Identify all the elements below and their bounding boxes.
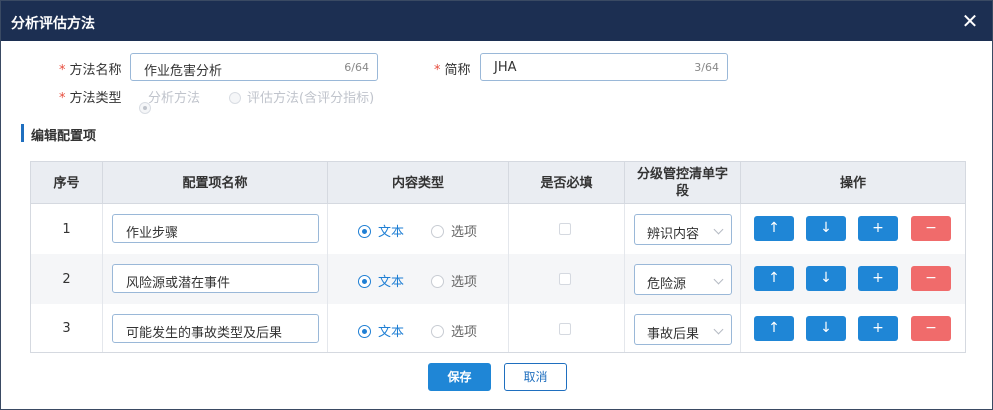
row-name-cell: 作业步骤 bbox=[103, 204, 328, 254]
row-type-cell: 文本 选项 bbox=[328, 304, 509, 352]
row-ops-cell: ↑ ↓ + − bbox=[741, 304, 965, 352]
table-row: 1 作业步骤 文本 选项 辨识内容 ↑ ↓ + − bbox=[31, 204, 965, 254]
row-name-cell: 风险源或潜在事件 bbox=[103, 254, 328, 304]
row-required-cell bbox=[509, 204, 625, 254]
config-name-input[interactable]: 作业步骤 bbox=[112, 214, 319, 243]
type-text-radio[interactable]: 文本 bbox=[358, 221, 404, 240]
dialog-title: 分析评估方法 bbox=[11, 16, 95, 32]
header-name: 配置项名称 bbox=[103, 162, 328, 204]
config-name-input[interactable]: 风险源或潜在事件 bbox=[112, 264, 319, 293]
type-option-radio[interactable]: 选项 bbox=[431, 221, 477, 240]
arrow-down-icon: ↓ bbox=[820, 270, 832, 286]
row-seq: 3 bbox=[31, 304, 103, 352]
header-content-type: 内容类型 bbox=[328, 162, 509, 204]
cancel-button[interactable]: 取消 bbox=[504, 363, 567, 391]
type-text-radio[interactable]: 文本 bbox=[358, 271, 404, 290]
field-select[interactable]: 危险源 bbox=[634, 264, 732, 295]
add-row-button[interactable]: + bbox=[858, 266, 898, 291]
arrow-down-icon: ↓ bbox=[820, 220, 832, 236]
field-select[interactable]: 辨识内容 bbox=[634, 214, 732, 245]
required-checkbox[interactable] bbox=[559, 323, 571, 335]
row-seq: 1 bbox=[31, 204, 103, 254]
config-name-value: 风险源或潜在事件 bbox=[126, 276, 231, 291]
section-title: 编辑配置项 bbox=[31, 129, 97, 144]
header-operations: 操作 bbox=[839, 175, 866, 191]
short-name-label: * 简称 bbox=[434, 63, 471, 78]
header-field: 分级管控清单字段 bbox=[625, 162, 741, 204]
remove-row-button[interactable]: − bbox=[911, 316, 951, 341]
minus-icon: − bbox=[925, 220, 937, 236]
row-ops-cell: ↑ ↓ + − bbox=[741, 254, 965, 304]
save-button[interactable]: 保存 bbox=[428, 363, 491, 391]
section-marker bbox=[21, 124, 24, 142]
type-text-radio[interactable]: 文本 bbox=[358, 321, 404, 340]
arrow-down-icon: ↓ bbox=[820, 320, 832, 336]
field-select[interactable]: 事故后果 bbox=[634, 314, 732, 345]
plus-icon: + bbox=[872, 320, 884, 336]
row-field-cell: 辨识内容 bbox=[625, 204, 741, 254]
field-select-value: 事故后果 bbox=[647, 327, 700, 342]
move-up-button[interactable]: ↑ bbox=[754, 316, 794, 341]
chevron-down-icon bbox=[713, 324, 724, 335]
table-row: 3 可能发生的事故类型及后果 文本 选项 事故后果 ↑ ↓ + − bbox=[31, 304, 965, 352]
field-select-value: 辨识内容 bbox=[647, 227, 700, 242]
minus-icon: − bbox=[925, 270, 937, 286]
move-down-button[interactable]: ↓ bbox=[806, 316, 846, 341]
method-name-label: * 方法名称 bbox=[59, 63, 122, 78]
arrow-up-icon: ↑ bbox=[768, 270, 780, 286]
short-name-value: JHA bbox=[494, 60, 517, 75]
method-name-value: 作业危害分析 bbox=[144, 64, 223, 79]
table-row: 2 风险源或潜在事件 文本 选项 危险源 ↑ ↓ + − bbox=[31, 254, 965, 304]
remove-row-button[interactable]: − bbox=[911, 216, 951, 241]
plus-icon: + bbox=[872, 220, 884, 236]
config-table: 序号 配置项名称 内容类型 是否必填 分级管控清单字段 操作 1 作业步骤 文本… bbox=[30, 161, 966, 353]
chevron-down-icon bbox=[713, 224, 724, 235]
type-option-radio[interactable]: 选项 bbox=[431, 271, 477, 290]
row-type-cell: 文本 选项 bbox=[328, 204, 509, 254]
short-name-input[interactable]: JHA 3/64 bbox=[480, 53, 728, 81]
close-icon[interactable]: ✕ bbox=[960, 10, 980, 32]
row-field-cell: 事故后果 bbox=[625, 304, 741, 352]
required-checkbox[interactable] bbox=[559, 273, 571, 285]
row-type-cell: 文本 选项 bbox=[328, 254, 509, 304]
row-required-cell bbox=[509, 254, 625, 304]
move-down-button[interactable]: ↓ bbox=[806, 266, 846, 291]
move-up-button[interactable]: ↑ bbox=[754, 216, 794, 241]
config-name-value: 作业步骤 bbox=[126, 226, 179, 241]
required-checkbox[interactable] bbox=[559, 223, 571, 235]
method-type-evaluation-radio[interactable]: 评估方法(含评分指标) bbox=[229, 87, 374, 106]
method-type-analysis-radio[interactable]: 分析方法 bbox=[130, 87, 200, 114]
row-field-cell: 危险源 bbox=[625, 254, 741, 304]
row-name-cell: 可能发生的事故类型及后果 bbox=[103, 304, 328, 352]
move-down-button[interactable]: ↓ bbox=[806, 216, 846, 241]
row-seq: 2 bbox=[31, 254, 103, 304]
row-ops-cell: ↑ ↓ + − bbox=[741, 204, 965, 254]
field-select-value: 危险源 bbox=[647, 277, 687, 292]
arrow-up-icon: ↑ bbox=[768, 220, 780, 236]
method-name-counter: 6/64 bbox=[344, 61, 369, 74]
short-name-counter: 3/64 bbox=[694, 61, 719, 74]
add-row-button[interactable]: + bbox=[858, 216, 898, 241]
chevron-down-icon bbox=[713, 274, 724, 285]
header-seq: 序号 bbox=[31, 162, 103, 204]
config-name-value: 可能发生的事故类型及后果 bbox=[126, 326, 283, 341]
type-option-radio[interactable]: 选项 bbox=[431, 321, 477, 340]
table-header: 序号 配置项名称 内容类型 是否必填 分级管控清单字段 操作 bbox=[31, 162, 965, 204]
method-type-label: * 方法类型 bbox=[59, 91, 122, 106]
dialog-titlebar: 分析评估方法 ✕ bbox=[1, 1, 992, 41]
add-row-button[interactable]: + bbox=[858, 316, 898, 341]
plus-icon: + bbox=[872, 270, 884, 286]
header-required: 是否必填 bbox=[509, 162, 625, 204]
remove-row-button[interactable]: − bbox=[911, 266, 951, 291]
config-name-input[interactable]: 可能发生的事故类型及后果 bbox=[112, 314, 319, 343]
dialog: 分析评估方法 ✕ * 方法名称 作业危害分析 6/64 * 简称 JHA 3/64 … bbox=[0, 0, 993, 410]
row-required-cell bbox=[509, 304, 625, 352]
move-up-button[interactable]: ↑ bbox=[754, 266, 794, 291]
arrow-up-icon: ↑ bbox=[768, 320, 780, 336]
minus-icon: − bbox=[925, 320, 937, 336]
method-name-input[interactable]: 作业危害分析 6/64 bbox=[130, 53, 378, 81]
